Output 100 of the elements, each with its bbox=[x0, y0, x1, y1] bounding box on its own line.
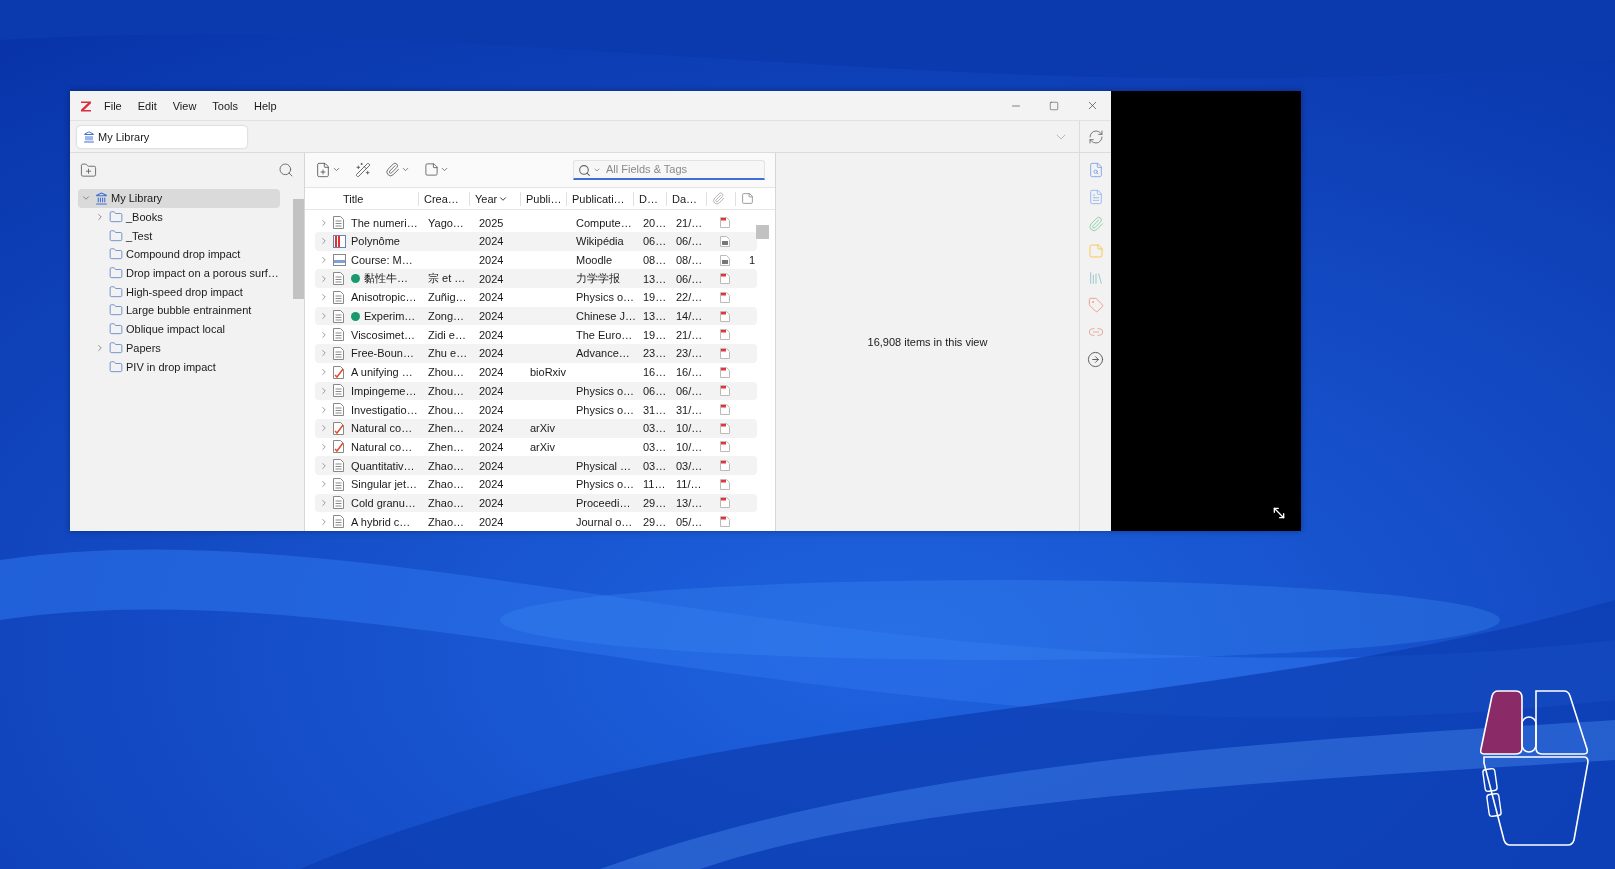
table-cell: 03… bbox=[643, 440, 667, 453]
pdf-icon[interactable] bbox=[720, 366, 730, 378]
table-row[interactable]: A hybrid c… Zhao… 2024 Journal o… 29… 05/… bbox=[315, 512, 757, 531]
column-header[interactable]: Publi… bbox=[520, 191, 566, 206]
menu-item[interactable]: Edit bbox=[137, 97, 157, 114]
table-row[interactable]: Cold granu… Zhao… 2024 Proceedi… 29… 13/… bbox=[315, 493, 757, 513]
pdf-icon[interactable] bbox=[720, 404, 730, 416]
menu-item[interactable]: Tools bbox=[212, 97, 239, 114]
table-cell: arXiv bbox=[530, 422, 556, 435]
pdf-icon[interactable] bbox=[720, 291, 730, 303]
library-selector[interactable]: My Library bbox=[77, 125, 247, 148]
libraries-icon[interactable] bbox=[1087, 270, 1104, 286]
chevron-right-icon[interactable] bbox=[319, 217, 329, 228]
table-row[interactable]: Investigatio… Zhou… 2024 Physics o… 31… 31/… bbox=[315, 400, 757, 419]
collection-item[interactable]: My Library bbox=[78, 189, 280, 208]
table-cell: 2024 bbox=[479, 291, 504, 304]
table-row[interactable]: The numeri… Yago… 2025 Compute… 20… 21/… bbox=[315, 213, 757, 232]
table-row[interactable]: Singular jet… Zhao… 2024 Physics o… 11… 11/… bbox=[315, 474, 757, 494]
notes-icon[interactable] bbox=[1087, 243, 1104, 259]
pdf-icon[interactable] bbox=[720, 497, 730, 509]
collection-item[interactable]: PIV in drop impact bbox=[78, 357, 280, 376]
chevron-right-icon[interactable] bbox=[319, 441, 329, 452]
pdf-icon[interactable] bbox=[720, 273, 730, 285]
sync-icon[interactable] bbox=[1087, 128, 1104, 145]
pdf-icon[interactable] bbox=[720, 347, 730, 359]
table-row[interactable]: Anisotropic… Zuñig… 2024 Physics o… 19… 22/… bbox=[315, 288, 757, 307]
chevron-right-icon[interactable] bbox=[319, 423, 329, 434]
chevron-right-icon[interactable] bbox=[319, 367, 329, 378]
table-cell: Zong… bbox=[428, 310, 465, 323]
collection-item[interactable]: Oblique impact local bbox=[78, 319, 280, 339]
info-icon[interactable] bbox=[1087, 162, 1104, 178]
pdf-icon[interactable] bbox=[720, 441, 730, 453]
chevron-right-icon[interactable] bbox=[319, 404, 329, 415]
menu-item[interactable]: File bbox=[104, 97, 122, 114]
resize-icon[interactable] bbox=[1271, 505, 1287, 521]
table-row[interactable]: Impingeme… Zhou… 2024 Physics o… 06… 06/… bbox=[315, 381, 757, 401]
column-header[interactable]: D… bbox=[633, 191, 666, 206]
chevron-right-icon[interactable] bbox=[95, 342, 105, 353]
scrollbar[interactable] bbox=[756, 225, 769, 239]
add-attachment-icon[interactable] bbox=[385, 162, 400, 178]
scrollbar[interactable] bbox=[293, 199, 304, 299]
menu-item[interactable]: View bbox=[172, 97, 197, 114]
collection-item[interactable]: Papers bbox=[78, 338, 280, 358]
column-header[interactable]: Year bbox=[469, 191, 520, 206]
search-field[interactable]: All Fields & Tags bbox=[573, 160, 765, 180]
pdf-icon[interactable] bbox=[720, 329, 730, 341]
new-item-icon[interactable] bbox=[315, 162, 331, 178]
menu-item[interactable]: Help bbox=[254, 97, 277, 114]
chevron-right-icon[interactable] bbox=[319, 497, 329, 508]
column-header[interactable]: Da… bbox=[666, 191, 706, 206]
column-header[interactable]: Crea… bbox=[418, 191, 469, 206]
maximize-icon[interactable] bbox=[1049, 100, 1059, 111]
search-icon[interactable] bbox=[278, 162, 294, 178]
chevron-right-icon[interactable] bbox=[319, 255, 329, 266]
pdf-icon[interactable] bbox=[720, 460, 730, 472]
table-row[interactable]: Natural co… Zhen… 2024 arXiv 03… 10/… bbox=[315, 418, 757, 438]
chevron-right-icon[interactable] bbox=[319, 236, 329, 247]
chevron-right-icon[interactable] bbox=[319, 385, 329, 396]
new-note-icon[interactable] bbox=[424, 162, 439, 178]
chevron-right-icon[interactable] bbox=[319, 460, 329, 471]
table-row[interactable]: Experim… Zong… 2024 Chinese J… 13… 14/… bbox=[315, 306, 757, 326]
snapshot-icon[interactable] bbox=[720, 235, 730, 247]
chevron-right-icon[interactable] bbox=[319, 329, 329, 340]
table-row[interactable]: A unifying … Zhou… 2024 bioRxiv 16… 16/… bbox=[315, 362, 757, 382]
table-row[interactable]: Viscosimet… Zidi e… 2024 The Euro… 19… 21/… bbox=[315, 325, 757, 345]
pdf-icon[interactable] bbox=[720, 516, 730, 528]
table-row[interactable]: Polynôme 2024 Wikipédia 06… 06/… bbox=[315, 232, 757, 251]
table-row[interactable]: Natural co… Zhen… 2024 arXiv 03… 10/… bbox=[315, 437, 757, 457]
snapshot-icon[interactable] bbox=[720, 254, 730, 266]
chevron-right-icon[interactable] bbox=[319, 273, 329, 284]
pdf-icon[interactable] bbox=[720, 422, 730, 434]
pdf-icon[interactable] bbox=[720, 217, 730, 229]
chevron-right-icon[interactable] bbox=[319, 348, 329, 359]
chevron-right-icon[interactable] bbox=[95, 212, 105, 223]
column-header[interactable]: Title bbox=[343, 191, 418, 206]
pdf-icon[interactable] bbox=[720, 385, 730, 397]
locate-icon[interactable] bbox=[1087, 351, 1104, 368]
table-row[interactable]: 黏性牛… 宗 et … 2024 力学学报 13… 06/… bbox=[315, 269, 757, 289]
chevron-right-icon[interactable] bbox=[319, 516, 329, 527]
tag-icon[interactable] bbox=[1087, 297, 1104, 313]
chevron-right-icon[interactable] bbox=[319, 292, 329, 303]
chevron-right-icon[interactable] bbox=[319, 479, 329, 490]
pdf-icon[interactable] bbox=[720, 478, 730, 490]
magic-wand-icon[interactable] bbox=[355, 162, 371, 178]
collection-item[interactable]: Drop impact on a porous surf… bbox=[78, 263, 280, 283]
table-row[interactable]: Quantitativ… Zhao… 2024 Physical … 03… 03/… bbox=[315, 456, 757, 475]
collection-item[interactable]: Large bubble entrainment bbox=[78, 301, 280, 320]
attachments-icon[interactable] bbox=[1087, 216, 1104, 232]
collection-item[interactable]: Compound drop impact bbox=[78, 245, 280, 264]
collection-item[interactable]: _Books bbox=[78, 207, 280, 227]
search-icon[interactable] bbox=[578, 164, 591, 177]
pdf-icon[interactable] bbox=[720, 310, 730, 322]
chevron-right-icon[interactable] bbox=[319, 311, 329, 322]
collection-item[interactable]: _Test bbox=[78, 226, 280, 246]
table-row[interactable]: Free-Boun… Zhu e… 2024 Advance… 23… 23/… bbox=[315, 344, 757, 363]
new-collection-icon[interactable] bbox=[80, 161, 97, 179]
collection-item[interactable]: High-speed drop impact bbox=[78, 282, 280, 302]
table-row[interactable]: Course: M… 2024 Moodle 08… 08/… 1 bbox=[315, 250, 757, 270]
column-header[interactable]: Publicati… bbox=[566, 191, 633, 206]
abstract-icon[interactable] bbox=[1087, 189, 1104, 205]
